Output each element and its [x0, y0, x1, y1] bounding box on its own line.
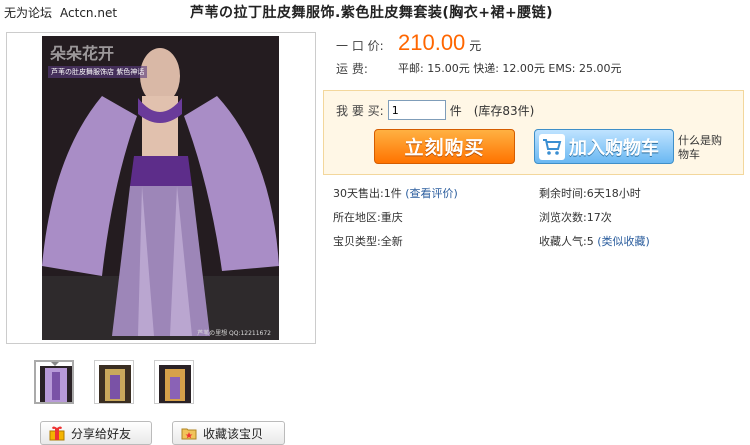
item-type: 宝贝类型:全新	[333, 233, 539, 249]
buy-now-label: 立刻购买	[404, 137, 485, 159]
stock-count: (库存83件)	[473, 103, 535, 118]
region: 所在地区:重庆	[333, 209, 539, 225]
watermark-text: 无为论坛	[4, 6, 53, 20]
type-label: 宝贝类型:	[333, 235, 381, 248]
add-to-cart-button[interactable]: 加入购物车	[534, 129, 674, 164]
fav-label: 收藏人气:	[539, 235, 587, 248]
thumbnail-1[interactable]	[34, 360, 74, 404]
price-label: 一 口 价:	[336, 39, 384, 53]
active-thumb-arrow-icon	[50, 362, 60, 366]
favorite-button-label: 收藏该宝贝	[203, 426, 264, 441]
thumbnail-1-image	[40, 366, 72, 402]
thumbnail-strip	[34, 360, 194, 404]
shop-logo: 朵朵花开	[50, 44, 115, 63]
sold-value: 1件	[383, 187, 402, 200]
cart-icon	[539, 133, 565, 160]
view-count: 浏览次数:17次	[539, 209, 743, 225]
thumbnail-2-image	[99, 365, 131, 403]
favorite-popularity: 收藏人气:5 (类似收藏)	[539, 233, 743, 249]
thumbnail-3[interactable]	[154, 360, 194, 404]
remain-label: 剩余时间:	[539, 187, 587, 200]
remaining-time: 剩余时间:6天18小时	[539, 185, 743, 201]
similar-favorites-link[interactable]: (类似收藏)	[597, 235, 650, 248]
product-image-frame: 朵朵花开 芦苇の肚皮舞服饰店 紫色神话 芦苇の里想 QQ:12211672	[6, 32, 316, 344]
shipping-label: 运 费:	[336, 62, 368, 76]
quantity-input[interactable]	[387, 100, 446, 120]
price-value: 210.00	[398, 30, 466, 55]
item-info-grid: 30天售出:1件 (查看评价) 剩余时间:6天18小时 所在地区:重庆 浏览次数…	[333, 185, 743, 249]
image-footer-text: 芦苇の里想 QQ:12211672	[197, 330, 271, 337]
shipping-text: 平邮: 15.00元 快递: 12.00元 EMS: 25.00元	[398, 62, 622, 75]
buy-now-button[interactable]: 立刻购买	[374, 129, 515, 164]
add-to-cart-label: 加入购物车	[569, 137, 659, 159]
belly-dancer-photo	[42, 36, 279, 340]
watermark-site: Actcn.net	[60, 6, 118, 20]
what-is-cart-link[interactable]: 什么是购物车	[678, 134, 726, 162]
forum-watermark: 无为论坛 Actcn.net	[4, 4, 117, 21]
folder-star-icon	[181, 428, 197, 440]
view-reviews-link[interactable]: (查看评价)	[405, 187, 458, 200]
remain-value: 6天18小时	[586, 187, 641, 200]
price-area: 一 口 价: 210.00 元 运 费: 平邮: 15.00元 快递: 12.0…	[336, 30, 622, 77]
product-image[interactable]: 朵朵花开 芦苇の肚皮舞服饰店 紫色神话 芦苇の里想 QQ:12211672	[42, 36, 279, 340]
type-value: 全新	[380, 235, 403, 248]
quantity-unit: 件	[449, 103, 462, 118]
share-button-label: 分享给好友	[71, 426, 132, 441]
share-to-friend-button[interactable]: 分享给好友	[40, 421, 152, 445]
views-label: 浏览次数:	[539, 211, 587, 224]
quantity-label: 我 要 买:	[336, 103, 384, 118]
region-label: 所在地区:	[333, 211, 381, 224]
views-value: 17次	[586, 211, 612, 224]
region-value: 重庆	[380, 211, 403, 224]
sold-label: 30天售出:	[333, 187, 384, 200]
thumbnail-2[interactable]	[94, 360, 134, 404]
thumbnail-3-image	[159, 365, 191, 403]
shop-caption: 芦苇の肚皮舞服饰店 紫色神话	[48, 66, 148, 78]
favorite-item-button[interactable]: 收藏该宝贝	[172, 421, 285, 445]
price-currency: 元	[469, 39, 482, 53]
share-icon	[49, 426, 65, 441]
fav-value: 5	[586, 235, 594, 248]
product-title: 芦苇の拉丁肚皮舞服饰.紫色肚皮舞套装(胸衣+裙+腰链)	[190, 5, 554, 21]
buy-box: 我 要 买: 件 (库存83件) 立刻购买 加入购物车 什么是购物车	[323, 90, 744, 175]
sold-30-days: 30天售出:1件 (查看评价)	[333, 185, 539, 201]
